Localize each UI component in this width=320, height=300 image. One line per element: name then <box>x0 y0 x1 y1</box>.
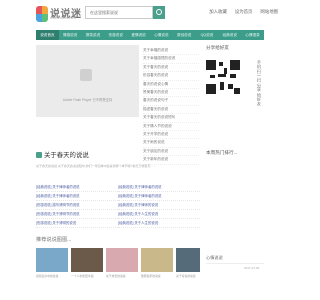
section-icon <box>36 152 42 158</box>
header: 说说迷 shuoshuomi.com 加入收藏 设为首页 网站地图 <box>0 0 300 28</box>
section-title[interactable]: 关于春天的说说 <box>44 150 89 159</box>
list-item[interactable]: [经典说说] 关于律师者的说说 <box>118 192 200 201</box>
list-item[interactable]: 描述春天的说说 <box>143 106 199 115</box>
pic-caption[interactable]: 关于成长的说说 <box>106 274 146 278</box>
nav-item[interactable]: 心情语录 <box>241 30 264 40</box>
share-title: 分享给好友 <box>206 45 229 50</box>
pic-thumbnail[interactable] <box>141 248 173 272</box>
list-item[interactable]: 赞美春天的说说 <box>143 89 199 98</box>
mood-section-title: 心情说说 <box>206 255 223 260</box>
pic-thumbnail[interactable] <box>36 248 68 272</box>
divider <box>206 263 264 264</box>
top-links: 加入收藏 设为首页 网站地图 <box>209 9 278 15</box>
section-list-right: [经典说说] 关于律师者的说说 [经典说说] 关于律师者的说说 [经典说说] 关… <box>118 183 200 228</box>
search-input[interactable] <box>85 6 153 19</box>
list-item[interactable]: 关于情人节的说说 <box>143 123 199 132</box>
nav-item-home[interactable]: 说说首页 <box>36 30 59 40</box>
nav-item[interactable]: 经典说说 <box>218 30 241 40</box>
list-item[interactable]: 春天的说说心情 <box>143 81 199 90</box>
list-item[interactable]: 关于开学的说说 <box>143 131 199 140</box>
pic-caption[interactable]: 一个人也能很幸福 <box>71 274 111 278</box>
set-homepage-link[interactable]: 设为首页 <box>235 9 253 15</box>
nav-item[interactable]: 情感说说 <box>59 30 82 40</box>
list-item[interactable]: 关于朋友的说说 <box>143 148 199 157</box>
list-item[interactable]: [伤感说说] 关于清明的说说 <box>36 219 118 228</box>
list-item[interactable]: 关于春天的说说 <box>143 64 199 73</box>
list-item[interactable]: [经典说说] 关于律师者的说说 <box>118 183 200 192</box>
list-item[interactable]: [经典说说] 关于律师者的说说 <box>36 192 118 201</box>
section-description: 关于春天的说说 关于春天的说说短句,你们一年四季中最喜欢哪个季节呢?春天万物复苏… <box>36 164 157 168</box>
list-item[interactable]: [经典说说] 关于人生的说说 <box>118 219 200 228</box>
flash-message: Adobe Flash Player 已不再受支持 <box>62 98 113 102</box>
share-hint-text: 手机 扫一扫 分享 给好友 <box>257 60 262 106</box>
list-item[interactable]: 关于春天的说说短句 <box>143 114 199 123</box>
post-date: 2017-07-05 <box>244 266 260 270</box>
list-item[interactable]: 关于幸福感悟的说说 <box>143 55 199 64</box>
flash-player-placeholder: Adobe Flash Player 已不再受支持 <box>36 45 139 117</box>
section-list-left: [经典说说] 关于律师者的说说 [经典说说] 关于律师者的说说 [伤感说说] 描… <box>36 183 118 228</box>
list-item[interactable]: 关于雨的说说 <box>143 139 199 148</box>
logo-icon <box>36 6 48 22</box>
qr-code <box>206 60 240 94</box>
pic-thumbnail[interactable] <box>106 248 138 272</box>
pic-caption[interactable]: 关于青春的说说 <box>176 274 200 278</box>
list-item[interactable]: [经典说说] 关于律师的说说 <box>118 201 200 210</box>
nav-item[interactable]: 搞笑说说 <box>82 30 105 40</box>
weekly-hot-title: 本周热门排行... <box>206 150 238 155</box>
latest-list: 关于幸福的说说 关于幸福感悟的说说 关于春天的说说 形容春天的说说 春天的说说心… <box>143 47 199 165</box>
search-button[interactable] <box>153 6 165 19</box>
list-item[interactable]: [经典说说] 关于人生的说说 <box>118 210 200 219</box>
nav-item[interactable]: 伤感说说 <box>104 30 127 40</box>
list-item[interactable]: [经典说说] 关于律师者的说说 <box>36 183 118 192</box>
plugin-puzzle-icon <box>80 69 92 81</box>
site-logo[interactable]: 说说迷 shuoshuomi.com <box>36 6 84 24</box>
list-item[interactable]: 关于幸福的说说 <box>143 47 199 56</box>
pic-thumbnail[interactable] <box>176 248 200 272</box>
pic-caption[interactable]: 感谢生命中的说说 <box>36 274 76 278</box>
list-item[interactable]: 形容春天的说说 <box>143 72 199 81</box>
sitemap-link[interactable]: 网站地图 <box>260 9 278 15</box>
nav-item[interactable]: QQ说说 <box>196 30 219 40</box>
list-item[interactable]: 春天的说说句子 <box>143 97 199 106</box>
list-item[interactable]: [伤感说说] 关于清明节的说说 <box>36 210 118 219</box>
nav-item[interactable]: 心情说说 <box>150 30 173 40</box>
main-nav: 说说首页 情感说说 搞笑说说 伤感说说 爱情说说 心情说说 原创说说 QQ说说 … <box>36 30 264 40</box>
add-favorite-link[interactable]: 加入收藏 <box>209 9 227 15</box>
list-item[interactable]: [伤感说说] 描写清明节的说说 <box>36 201 118 210</box>
logo-subtext: shuoshuomi.com <box>50 16 76 20</box>
pic-thumbnail[interactable] <box>71 248 103 272</box>
pics-section-title: 推荐说说图图... <box>36 237 72 243</box>
nav-item[interactable]: 原创说说 <box>173 30 196 40</box>
pic-caption[interactable]: 致那些年的说说 <box>141 274 181 278</box>
nav-item[interactable]: 爱情说说 <box>127 30 150 40</box>
